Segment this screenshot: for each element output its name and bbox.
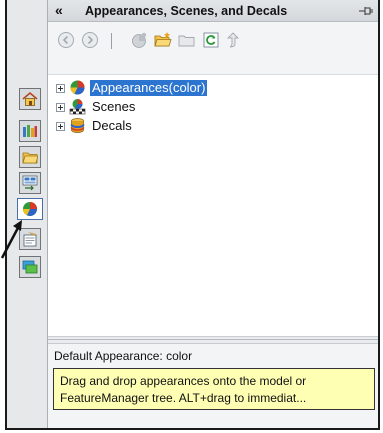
back-icon[interactable] (57, 31, 75, 49)
tree-item-scenes[interactable]: Scenes (48, 98, 348, 116)
tooltip-line: FeatureManager tree. ALT+drag to immedia… (60, 391, 307, 405)
tab-view-palette[interactable] (19, 172, 41, 194)
appearances-tree: Appearances(color) Scenes Decals (48, 74, 378, 336)
tab-design-library[interactable] (19, 120, 41, 142)
tree-item-appearances[interactable]: Appearances(color) (48, 79, 348, 97)
expand-icon[interactable] (56, 122, 65, 131)
toolbar-separator (111, 33, 112, 49)
decal-icon (70, 118, 85, 133)
collapse-pane-button[interactable]: « (55, 0, 63, 20)
pin-icon[interactable] (359, 5, 373, 17)
panel-title-bar: « Appearances, Scenes, and Decals (48, 0, 378, 22)
expand-icon[interactable] (56, 84, 65, 93)
tooltip: Drag and drop appearances onto the model… (53, 368, 375, 410)
appearance-ball-icon (70, 80, 85, 95)
pointer-arrow-icon (0, 220, 22, 259)
tree-item-decals[interactable]: Decals (48, 117, 348, 135)
folder-icon[interactable] (178, 31, 196, 49)
appearance-add-icon[interactable] (130, 31, 148, 49)
move-up-icon[interactable] (224, 31, 242, 49)
home-icon (22, 91, 38, 106)
tab-home[interactable] (19, 88, 41, 110)
library-icon (23, 125, 37, 137)
tab-file-explorer[interactable] (19, 146, 41, 168)
tree-item-label[interactable]: Appearances(color) (90, 80, 208, 96)
forward-icon[interactable] (81, 31, 99, 49)
panel-toolbar (48, 22, 378, 56)
appearances-panel: « Appearances, Scenes, and Decals Appear… (47, 0, 378, 428)
tree-item-label[interactable]: Scenes (90, 99, 137, 115)
tree-item-label[interactable]: Decals (90, 118, 134, 134)
default-appearance-status: Default Appearance: color (54, 349, 193, 363)
pane-splitter[interactable] (48, 336, 378, 344)
scene-icon (69, 99, 86, 115)
open-folder-icon[interactable] (154, 31, 172, 49)
refresh-icon[interactable] (202, 31, 220, 49)
expand-icon[interactable] (56, 103, 65, 112)
tooltip-line: Drag and drop appearances onto the model… (60, 374, 307, 388)
task-pane: « Appearances, Scenes, and Decals Appear… (5, 0, 380, 430)
file-explorer-icon (22, 152, 38, 164)
panel-title: Appearances, Scenes, and Decals (85, 4, 288, 18)
view-palette-icon (22, 175, 38, 191)
solidworks-forum-icon (22, 260, 38, 274)
